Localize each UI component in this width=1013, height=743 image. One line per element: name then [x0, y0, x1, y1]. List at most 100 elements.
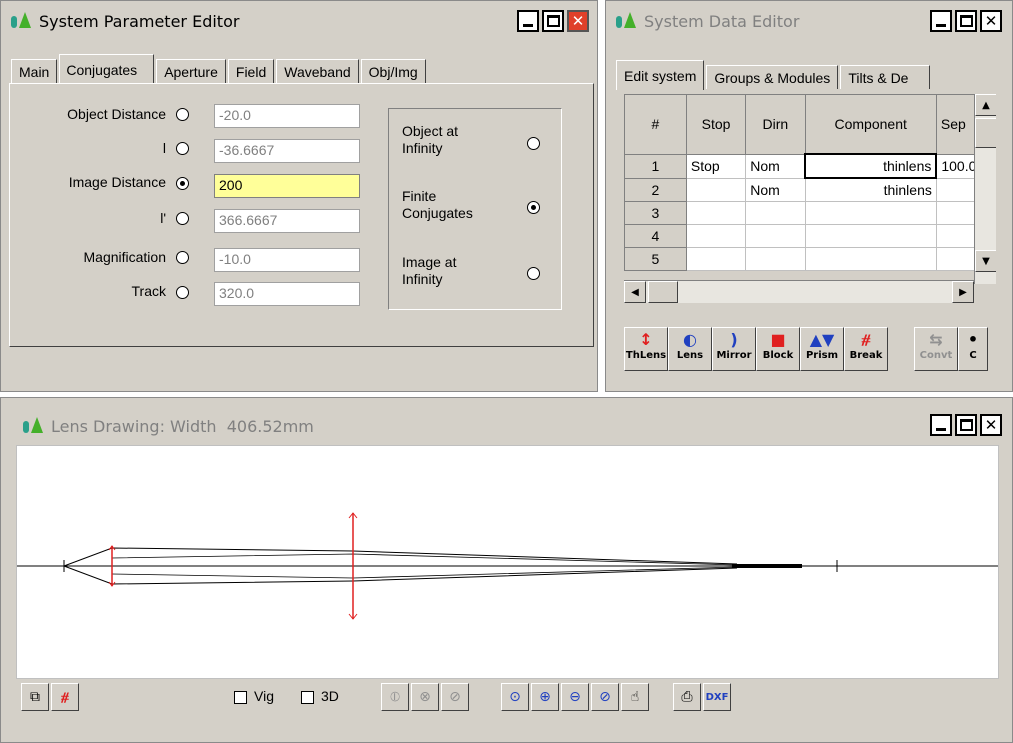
block-icon: ■ [770, 329, 786, 349]
minimize-icon[interactable] [517, 10, 539, 32]
convert-icon: ⇆ [929, 329, 943, 349]
c-button[interactable]: • C [958, 327, 988, 371]
param-label: Magnification [83, 249, 167, 265]
zoom-in-icon[interactable]: ⊕ [531, 683, 559, 711]
zoom-out-icon[interactable]: ⊖ [561, 683, 589, 711]
scroll-up-icon[interactable]: ▲ [975, 94, 996, 116]
spe-title: System Parameter Editor [39, 11, 240, 31]
cell-stop[interactable] [685, 177, 747, 202]
block-button[interactable]: ■ Block [756, 327, 800, 371]
hscroll-thumb[interactable] [648, 281, 678, 303]
cell-dirn[interactable] [745, 224, 806, 248]
mode-radio-object-infinity[interactable] [527, 137, 540, 150]
tab-tilts[interactable]: Tilts & De [840, 65, 931, 89]
rotate-y-icon[interactable]: ⊘ [441, 683, 469, 711]
cell-component[interactable]: thinlens [804, 177, 937, 202]
print-icon[interactable]: ⎙ [673, 683, 701, 711]
param-radio[interactable] [176, 286, 189, 299]
zoom-fit-icon[interactable]: ⊙ [501, 683, 529, 711]
sde-title: System Data Editor [644, 11, 800, 31]
maximize-icon[interactable] [955, 414, 977, 436]
tab-field[interactable]: Field [227, 59, 275, 83]
cell-dirn[interactable] [745, 247, 806, 271]
sde-grid-area: # Stop Dirn Component Sep 1 Stop Nom thi… [624, 94, 996, 314]
object-distance-field[interactable]: -20.0 [214, 104, 360, 128]
scroll-left-icon[interactable]: ◀ [624, 281, 646, 303]
mode-radio-image-infinity[interactable] [527, 267, 540, 280]
cell-component[interactable] [804, 201, 937, 225]
mirror-icon: ) [730, 329, 738, 349]
ld-toolbar: ⧉ ⧣ Vig 3D ⦶ ⊗ ⊘ ⊙ ⊕ ⊖ ⊘ ☝ ⎙ DXF [21, 683, 1001, 717]
tab-waveband[interactable]: Waveband [276, 59, 359, 83]
cell-component[interactable] [804, 224, 937, 248]
convert-button[interactable]: ⇆ Convt [914, 327, 958, 371]
param-radio[interactable] [176, 108, 189, 121]
rotate-x-icon[interactable]: ⊗ [411, 683, 439, 711]
cell-dirn[interactable]: Nom [745, 153, 806, 179]
thin-lens-button[interactable]: ↕ ThLens [624, 327, 668, 371]
tab-aperture[interactable]: Aperture [156, 59, 226, 83]
image-distance-field[interactable]: 200 [214, 174, 360, 198]
magnification-field[interactable]: -10.0 [214, 248, 360, 272]
maximize-icon[interactable] [955, 10, 977, 32]
cell-dirn[interactable]: Nom [745, 177, 806, 202]
lens-button[interactable]: ◐ Lens [668, 327, 712, 371]
table-row[interactable]: 1 Stop Nom thinlens 100.0 [624, 153, 996, 179]
dxf-export-icon[interactable]: DXF [703, 683, 731, 711]
scroll-down-icon[interactable]: ▼ [975, 250, 996, 272]
spe-titlebar[interactable]: System Parameter Editor ✕ [1, 1, 597, 41]
track-field[interactable]: 320.0 [214, 282, 360, 306]
param-radio[interactable] [176, 251, 189, 264]
table-row[interactable]: 2 Nom thinlens [624, 177, 996, 202]
param-radio[interactable] [176, 142, 189, 155]
cell-stop[interactable]: Stop [685, 153, 747, 179]
tab-groups-modules[interactable]: Groups & Modules [706, 65, 839, 89]
cell-stop[interactable] [685, 224, 747, 248]
system-data-table[interactable]: # Stop Dirn Component Sep 1 Stop Nom thi… [624, 94, 996, 271]
cell-stop[interactable] [685, 201, 747, 225]
tab-edit-system[interactable]: Edit system [616, 60, 705, 90]
close-icon[interactable]: ✕ [980, 414, 1002, 436]
zoom-custom-icon[interactable]: ⊘ [591, 683, 619, 711]
close-icon[interactable]: ✕ [980, 10, 1002, 32]
mode-radio-finite-conjugates[interactable] [527, 201, 540, 214]
table-row[interactable]: 3 [624, 201, 996, 225]
table-row[interactable]: 4 [624, 224, 996, 248]
mode-label: Finite Conjugates [402, 188, 473, 221]
param-radio[interactable] [176, 212, 189, 225]
minimize-icon[interactable] [930, 10, 952, 32]
tab-main[interactable]: Main [11, 59, 58, 83]
3d-checkbox[interactable] [301, 691, 314, 704]
maximize-icon[interactable] [542, 10, 564, 32]
minimize-icon[interactable] [930, 414, 952, 436]
l-prime-field[interactable]: 366.6667 [214, 209, 360, 233]
scroll-right-icon[interactable]: ▶ [952, 281, 974, 303]
tab-obj-img[interactable]: Obj/Img [360, 59, 426, 83]
cell-stop[interactable] [685, 247, 747, 271]
system-data-editor-window: System Data Editor ✕ Edit system Groups … [605, 0, 1013, 392]
tab-conjugates[interactable]: Conjugates [59, 54, 155, 84]
rotate-icon[interactable]: ⦶ [381, 683, 409, 711]
table-row[interactable]: 5 [624, 247, 996, 271]
cell-component[interactable] [804, 247, 937, 271]
sde-titlebar[interactable]: System Data Editor ✕ [606, 1, 1012, 41]
lens-drawing-canvas[interactable] [16, 445, 999, 679]
pan-icon[interactable]: ☝ [621, 683, 649, 711]
l-field[interactable]: -36.6667 [214, 139, 360, 163]
vig-checkbox[interactable] [234, 691, 247, 704]
close-icon[interactable]: ✕ [567, 10, 589, 32]
vertical-scrollbar[interactable]: ▲ ▼ [974, 94, 996, 284]
horizontal-scrollbar[interactable]: ◀ ▶ [624, 280, 974, 303]
mode-label: Object at Infinity [402, 123, 459, 156]
break-button[interactable]: ⧣ Break [844, 327, 888, 371]
redraw-icon[interactable]: ⧣ [51, 683, 79, 711]
cell-component[interactable]: thinlens [804, 153, 938, 179]
copy-icon[interactable]: ⧉ [21, 683, 49, 711]
cell-dirn[interactable] [745, 201, 806, 225]
scroll-thumb[interactable] [975, 118, 996, 148]
param-radio[interactable] [176, 177, 189, 190]
3d-label: 3D [321, 688, 339, 704]
prism-button[interactable]: ▲▼ Prism [800, 327, 844, 371]
param-label: l [162, 140, 166, 156]
mirror-button[interactable]: ) Mirror [712, 327, 756, 371]
